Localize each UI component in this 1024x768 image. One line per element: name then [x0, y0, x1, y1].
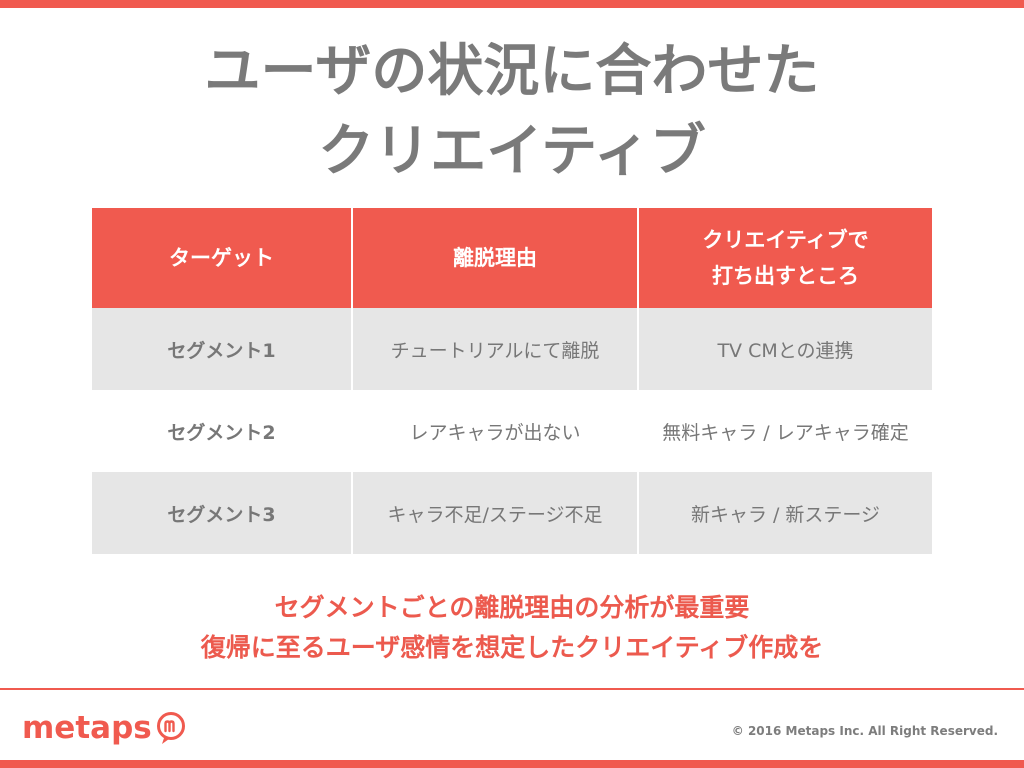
segment-cell: セグメント1: [92, 308, 352, 390]
segment-cell: セグメント3: [92, 472, 352, 554]
header-creative-focus-line-1: クリエイティブで: [702, 228, 869, 252]
header-churn-reason: 離脱理由: [351, 208, 638, 308]
table-row: セグメント1 チュートリアルにて離脱 TV CMとの連携: [92, 308, 932, 390]
metaps-logo: metaps: [22, 708, 186, 748]
footer-divider: [0, 688, 1024, 690]
creative-focus-cell: TV CMとの連携: [637, 308, 932, 390]
churn-reason-cell: キャラ不足/ステージ不足: [351, 472, 638, 554]
segment-cell: セグメント2: [92, 390, 352, 472]
title-line-2: クリエイティブ: [318, 119, 706, 184]
slide-title: ユーザの状況に合わせた クリエイティブ: [0, 32, 1024, 192]
title-line-1: ユーザの状況に合わせた: [204, 39, 820, 104]
metaps-m-speech-bubble-icon: [156, 712, 185, 744]
creative-focus-cell: 新キャラ / 新ステージ: [637, 472, 932, 554]
churn-reason-cell: レアキャラが出ない: [351, 390, 638, 472]
bottom-accent-bar: [0, 760, 1024, 768]
top-accent-bar: [0, 0, 1024, 8]
segment-creative-table: ターゲット 離脱理由 クリエイティブで 打ち出すところ セグメント1 チュートリ…: [92, 208, 932, 554]
header-target: ターゲット: [92, 208, 352, 308]
header-creative-focus-line-2: 打ち出すところ: [712, 264, 859, 288]
header-creative-focus: クリエイティブで 打ち出すところ: [637, 208, 932, 308]
churn-reason-cell: チュートリアルにて離脱: [351, 308, 638, 390]
takeaway-line-2: 復帰に至るユーザ感情を想定したクリエイティブ作成を: [200, 633, 824, 662]
table-row: セグメント2 レアキャラが出ない 無料キャラ / レアキャラ確定: [92, 390, 932, 472]
takeaway-line-1: セグメントごとの離脱理由の分析が最重要: [274, 593, 750, 622]
key-takeaway: セグメントごとの離脱理由の分析が最重要 復帰に至るユーザ感情を想定したクリエイテ…: [0, 588, 1024, 668]
logo-wordmark: metaps: [22, 710, 152, 746]
table-row: セグメント3 キャラ不足/ステージ不足 新キャラ / 新ステージ: [92, 472, 932, 554]
copyright-notice: © 2016 Metaps Inc. All Right Reserved.: [731, 724, 998, 738]
creative-focus-cell: 無料キャラ / レアキャラ確定: [637, 390, 932, 472]
table-header-row: ターゲット 離脱理由 クリエイティブで 打ち出すところ: [92, 208, 932, 308]
